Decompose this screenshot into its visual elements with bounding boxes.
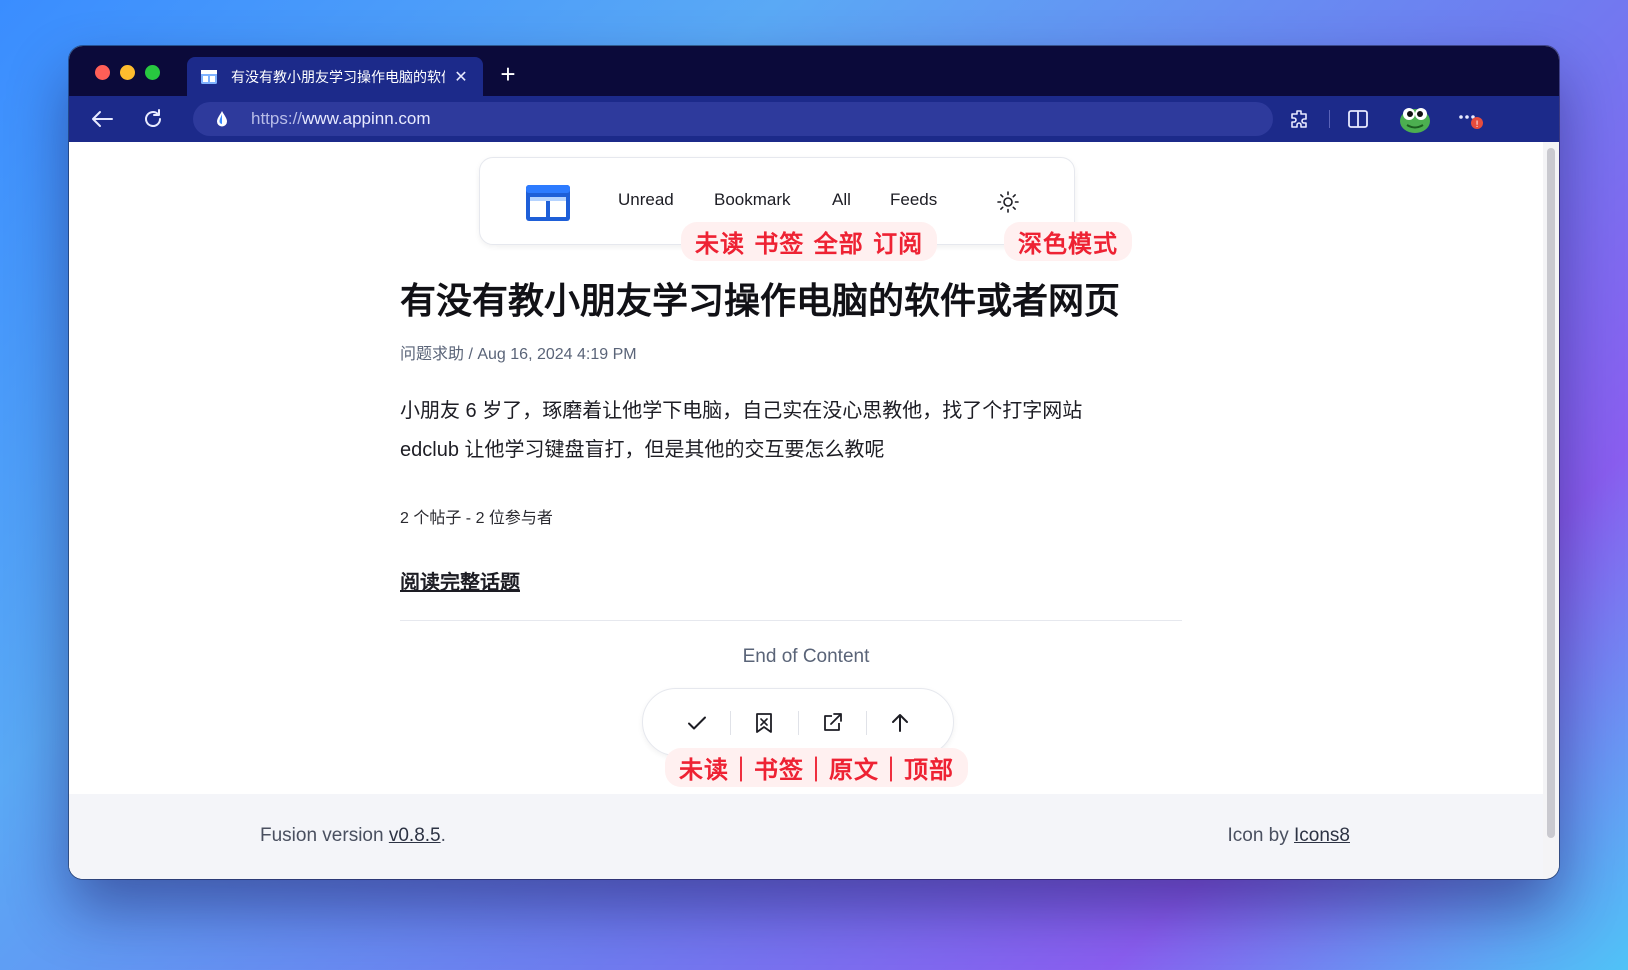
article-stats: 2 个帖子 - 2 位参与者 <box>400 510 553 527</box>
action-divider <box>730 711 731 735</box>
content-divider <box>400 620 1182 621</box>
page-footer: Fusion version v0.8.5. Icon by Icons8 <box>69 794 1543 879</box>
nav-annotation: 未读 书签 全部 订阅 <box>681 222 938 261</box>
extensions-puzzle-icon[interactable] <box>1285 104 1315 134</box>
url-host: www.appinn.com <box>302 109 431 128</box>
footer-version-prefix: Fusion version <box>260 825 389 846</box>
theme-annotation: 深色模式 <box>1004 222 1132 261</box>
tab-bar: 有没有教小朋友学习操作电脑的软件或者网页 ✕ + <box>69 46 1559 96</box>
site-drop-icon <box>215 110 229 128</box>
url-text: https://www.appinn.com <box>251 109 431 129</box>
footer-version-suffix: . <box>440 825 446 846</box>
end-of-content: End of Content <box>742 646 870 667</box>
article-meta: 问题求助 / Aug 16, 2024 4:19 PM <box>400 346 637 363</box>
url-input[interactable]: https://www.appinn.com <box>193 102 1273 136</box>
article-body: 小朋友 6 岁了，琢磨着让他学下电脑，自己实在没心思教他，找了个打字网站 edc… <box>400 392 1180 470</box>
sun-icon[interactable] <box>996 190 1020 214</box>
page-scrollbar[interactable] <box>1543 142 1559 879</box>
action-divider <box>866 711 867 735</box>
article-body-line: 小朋友 6 岁了，琢磨着让他学下电脑，自己实在没心思教他，找了个打字网站 <box>400 400 1083 422</box>
version-link[interactable]: v0.8.5 <box>389 825 441 846</box>
more-menu-icon[interactable]: ! <box>1455 104 1485 134</box>
tab-close-icon[interactable]: ✕ <box>453 67 469 87</box>
nav-bookmark[interactable]: Bookmark <box>714 190 791 210</box>
minimize-window-button[interactable] <box>120 65 135 80</box>
reload-icon[interactable] <box>138 104 168 134</box>
checkmark-icon[interactable] <box>685 711 709 735</box>
split-view-icon[interactable] <box>1343 104 1373 134</box>
article-date: Aug 16, 2024 4:19 PM <box>477 346 637 363</box>
read-full-topic-link[interactable]: 阅读完整话题 <box>400 566 520 595</box>
article-body-line: edclub 让他学习键盘盲打，但是其他的交互要怎么教呢 <box>400 439 885 461</box>
page-content: Unread Bookmark All Feeds 未读 书签 全部 订阅 深色… <box>69 142 1543 879</box>
article-category[interactable]: 问题求助 <box>400 346 464 363</box>
browser-window: 有没有教小朋友学习操作电脑的软件或者网页 ✕ + https://www.app… <box>69 46 1559 879</box>
arrow-up-icon[interactable] <box>888 711 912 735</box>
footer-icon-prefix: Icon by <box>1227 825 1295 846</box>
action-annotation: 未读｜书签｜原文｜顶部 <box>665 748 968 787</box>
article-title: 有没有教小朋友学习操作电脑的软件或者网页 <box>400 281 1121 322</box>
svg-text:!: ! <box>1475 120 1479 130</box>
profile-avatar-icon[interactable] <box>1397 101 1433 137</box>
icons8-link[interactable]: Icons8 <box>1294 825 1350 846</box>
external-link-icon[interactable] <box>820 711 844 735</box>
nav-feeds[interactable]: Feeds <box>890 190 937 210</box>
nav-all[interactable]: All <box>832 190 851 210</box>
address-bar: https://www.appinn.com ! <box>69 96 1559 142</box>
article-action-bar <box>642 688 954 756</box>
active-tab[interactable]: 有没有教小朋友学习操作电脑的软件或者网页 ✕ <box>187 57 483 96</box>
fusion-favicon-icon <box>201 69 217 84</box>
url-scheme: https:// <box>251 109 303 128</box>
nav-unread[interactable]: Unread <box>618 190 674 210</box>
scroll-thumb[interactable] <box>1547 148 1555 838</box>
toolbar-divider <box>1329 110 1330 128</box>
back-arrow-icon[interactable] <box>87 104 117 134</box>
new-tab-button[interactable]: + <box>493 60 523 90</box>
bookmark-icon[interactable] <box>752 711 776 735</box>
zoom-window-button[interactable] <box>145 65 160 80</box>
footer-icon-credit: Icon by Icons8 <box>1227 825 1350 847</box>
close-window-button[interactable] <box>95 65 110 80</box>
tab-title: 有没有教小朋友学习操作电脑的软件或者网页 <box>231 68 445 85</box>
footer-version: Fusion version v0.8.5. <box>260 825 446 847</box>
fusion-logo-icon[interactable] <box>526 185 570 221</box>
action-divider <box>798 711 799 735</box>
